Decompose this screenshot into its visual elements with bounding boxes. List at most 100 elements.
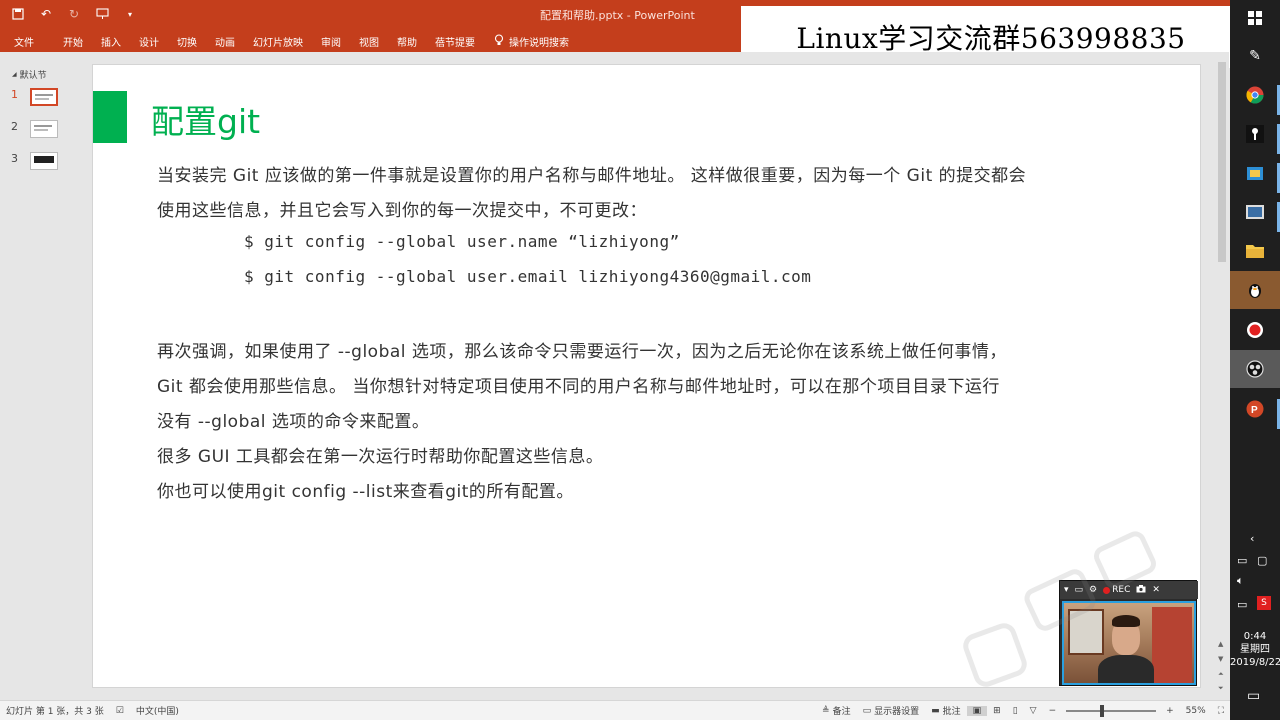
display-settings-label: 显示器设置 — [874, 707, 920, 717]
windows-taskbar: ✎ P ‹ ▭ ▢ 🔈︎ ▭ S 0:44 星期四 2019/8/22 ▭ — [1230, 0, 1280, 720]
qq-penguin-icon[interactable] — [1243, 278, 1267, 302]
comments-label: 批注 — [942, 707, 961, 717]
taskbar-clock[interactable]: 0:44 星期四 2019/8/22 — [1230, 630, 1280, 669]
gear-icon[interactable]: ⚙ — [1089, 585, 1097, 595]
undo-icon[interactable]: ↶ — [38, 6, 54, 22]
tab-insert[interactable]: 插入 — [92, 34, 130, 49]
body-line[interactable]: 当安装完 Git 应该做的第一件事就是设置你的用户名称与邮件地址。 这样做很重要… — [157, 161, 1026, 186]
scroll-up-icon[interactable]: ▲ — [1218, 640, 1223, 648]
slide-title[interactable]: 配置git — [151, 95, 260, 143]
zoom-level[interactable]: 55% — [1180, 706, 1212, 716]
clock-weekday: 星期四 — [1240, 644, 1270, 655]
quick-access-toolbar: ↶ ↻ ▾ — [10, 6, 138, 22]
window-title: 配置和帮助.pptx - PowerPoint — [540, 9, 695, 22]
customize-toolbar-icon[interactable]: ▾ — [122, 6, 138, 22]
code-line[interactable]: $ git config --global user.email lizhiyo… — [244, 267, 811, 286]
fit-slide-icon[interactable]: ⛶ — [1212, 706, 1230, 716]
body-line[interactable]: 你也可以使用git config --list来查看git的所有配置。 — [157, 477, 574, 502]
vertical-scrollbar[interactable]: ▲ ▼ ⏶ ⏷ — [1215, 52, 1229, 700]
zoom-in-icon[interactable]: + — [1160, 706, 1180, 716]
window-icon[interactable]: ▭ — [1075, 585, 1084, 595]
sogou-ime-icon[interactable]: S — [1257, 596, 1271, 610]
tab-file[interactable]: 文件 — [0, 34, 54, 49]
clock-date: 2019/8/22 — [1230, 657, 1280, 668]
show-hidden-icons-icon[interactable]: ‹ — [1250, 532, 1254, 545]
spellcheck-icon[interactable]: ☑ — [110, 706, 130, 716]
code-line[interactable]: $ git config --global user.name “lizhiyo… — [244, 232, 680, 251]
next-slide-icon[interactable]: ⏷ — [1218, 684, 1224, 693]
keyboard-icon[interactable]: ▭ — [1237, 598, 1247, 611]
slideshow-view-icon[interactable]: ▽ — [1024, 706, 1043, 716]
tab-design[interactable]: 设计 — [130, 34, 168, 49]
slide-canvas[interactable]: 配置git 当安装完 Git 应该做的第一件事就是设置你的用户名称与邮件地址。 … — [92, 64, 1201, 688]
body-line[interactable]: 使用这些信息，并且它会写入到你的每一次提交中，不可更改： — [157, 196, 647, 221]
zoom-out-icon[interactable]: − — [1043, 706, 1063, 716]
network-icon[interactable]: ▭ — [1237, 554, 1247, 567]
tab-view[interactable]: 视图 — [350, 34, 388, 49]
slide-thumbnail-3[interactable] — [30, 152, 58, 170]
tab-animations[interactable]: 动画 — [206, 34, 244, 49]
record-label: REC — [1112, 585, 1131, 595]
notification-center-icon[interactable]: ▭ — [1247, 688, 1260, 704]
pen-tool-icon[interactable]: ✎ — [1243, 44, 1267, 68]
redo-icon[interactable]: ↻ — [66, 6, 82, 22]
zoom-slider-knob[interactable] — [1100, 704, 1105, 717]
record-button[interactable]: REC — [1103, 585, 1130, 595]
tab-slideshow[interactable]: 幻灯片放映 — [244, 34, 312, 49]
webcam-overlay[interactable]: ▾ ▭ ⚙ REC ✕ — [1059, 580, 1198, 686]
camera-icon[interactable] — [1136, 584, 1146, 596]
slide-thumbnail-1[interactable] — [30, 88, 58, 106]
windows-start-icon[interactable] — [1243, 6, 1267, 30]
normal-view-icon[interactable]: ▣ — [966, 705, 988, 716]
record-app-icon[interactable] — [1243, 318, 1267, 342]
slide-thumbnail-2[interactable] — [30, 120, 58, 138]
key-app-icon[interactable] — [1243, 122, 1267, 146]
prev-slide-icon[interactable]: ⏶ — [1218, 670, 1224, 679]
save-icon[interactable] — [10, 6, 26, 22]
body-line[interactable]: 很多 GUI 工具都会在第一次运行时帮助你配置这些信息。 — [157, 442, 603, 467]
powerpoint-icon[interactable]: P — [1243, 397, 1267, 421]
svg-text:P: P — [1251, 405, 1258, 416]
notes-icon: ≜ — [822, 705, 830, 716]
notes-button[interactable]: ≜ 备注 — [816, 704, 857, 718]
scrollbar-thumb[interactable] — [1218, 62, 1226, 262]
body-line[interactable]: Git 都会使用那些信息。 当你想针对特定项目使用不同的用户名称与邮件地址时，可… — [157, 372, 1000, 397]
comment-icon: ▬ — [931, 705, 940, 716]
display-icon[interactable]: ▢ — [1257, 554, 1267, 567]
dropdown-icon[interactable]: ▾ — [1064, 585, 1069, 595]
language-indicator[interactable]: 中文(中国) — [130, 704, 185, 717]
record-dot-icon — [1103, 586, 1111, 594]
present-icon[interactable] — [94, 6, 110, 22]
section-header[interactable]: ◢ 默认节 — [12, 68, 47, 81]
obs-icon[interactable] — [1243, 357, 1267, 381]
section-name: 默认节 — [19, 71, 47, 81]
app-window-icon[interactable] — [1243, 161, 1267, 185]
clock-time: 0:44 — [1243, 631, 1267, 642]
body-line[interactable]: 再次强调，如果使用了 --global 选项，那么该命令只需要运行一次，因为之后… — [157, 337, 1007, 362]
slide-sorter-icon[interactable]: ⊞ — [987, 706, 1007, 716]
tab-help[interactable]: 帮助 — [388, 34, 426, 49]
slide-thumbnails-pane: ◢ 默认节 1 2 3 — [0, 52, 82, 700]
screenshot-app-icon[interactable] — [1243, 200, 1267, 224]
tab-storyboard[interactable]: 蓓节提要 — [426, 34, 484, 49]
close-icon[interactable]: ✕ — [1152, 585, 1160, 595]
reading-view-icon[interactable]: ▯ — [1007, 706, 1024, 716]
notes-label: 备注 — [832, 707, 851, 717]
tell-me-search[interactable]: 操作说明搜索 — [484, 33, 569, 49]
display-settings-button[interactable]: ▭ 显示器设置 — [857, 704, 926, 718]
body-line[interactable]: 没有 --global 选项的命令来配置。 — [157, 407, 429, 432]
slide-number: 3 — [11, 152, 18, 165]
scroll-down-icon[interactable]: ▼ — [1218, 655, 1223, 663]
monitor-icon: ▭ — [862, 705, 872, 716]
tab-transitions[interactable]: 切换 — [168, 34, 206, 49]
comments-button[interactable]: ▬ 批注 — [925, 704, 967, 718]
file-explorer-icon[interactable] — [1243, 239, 1267, 263]
volume-icon[interactable]: 🔈︎ — [1237, 574, 1244, 588]
slide-info: 幻灯片 第 1 张，共 3 张 — [6, 707, 104, 717]
webcam-toolbar: ▾ ▭ ⚙ REC ✕ — [1060, 581, 1198, 599]
chrome-icon[interactable] — [1243, 83, 1267, 107]
zoom-slider[interactable] — [1066, 704, 1157, 717]
tab-review[interactable]: 审阅 — [312, 34, 350, 49]
tab-home[interactable]: 开始 — [54, 34, 92, 49]
collapse-triangle-icon: ◢ — [12, 71, 17, 78]
